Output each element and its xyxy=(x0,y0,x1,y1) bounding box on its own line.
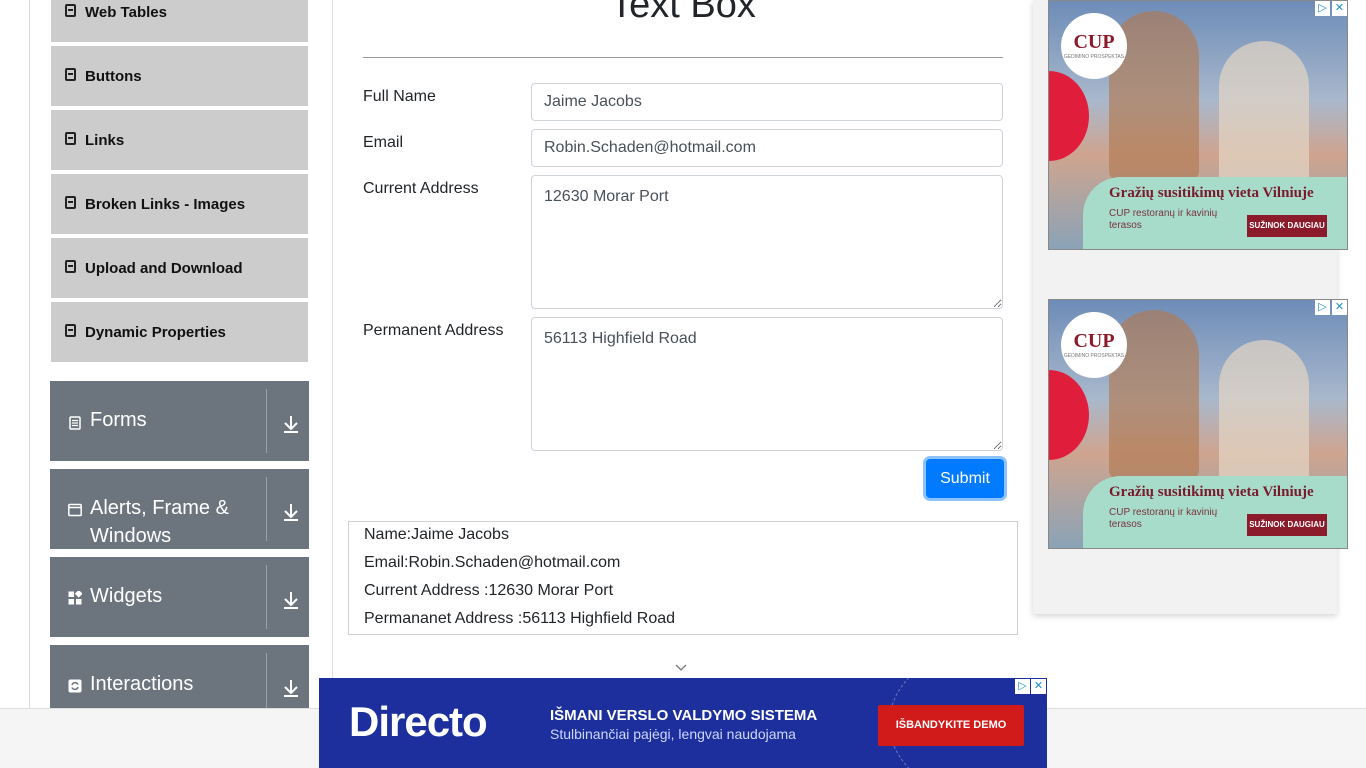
list-icon xyxy=(65,195,76,209)
list-icon xyxy=(65,131,76,145)
download-icon[interactable] xyxy=(282,678,300,698)
banner-headline: IŠMANI VERSLO VALDYMO SISTEMA xyxy=(550,707,818,724)
ad-subtext: CUP restoranų ir kavinių terasos xyxy=(1109,208,1218,231)
ad-close-icon[interactable]: ✕ xyxy=(1332,1,1347,16)
banner-logo: Directo xyxy=(349,698,488,745)
list-icon xyxy=(65,67,76,81)
download-icon[interactable] xyxy=(282,590,300,610)
list-icon xyxy=(65,259,76,273)
ad-subtext: CUP restoranų ir kavinių terasos xyxy=(1109,507,1218,530)
sidebar-item-broken-links[interactable]: Broken Links - Images xyxy=(51,174,308,236)
output-current-address: Current Address :12630 Morar Port xyxy=(364,582,614,599)
full-name-input[interactable] xyxy=(531,83,1003,121)
ad-logo: CUP GEDIMINO PROSPEKTAS xyxy=(1061,13,1127,79)
current-address-label: Current Address xyxy=(363,180,479,197)
ad-cta-button[interactable]: SUŽINOK DAUGIAU xyxy=(1247,514,1327,536)
ad-decoration xyxy=(1049,71,1089,161)
banner-subtext: Stulbinančiai pajėgi, lengvai naudojama xyxy=(550,726,796,742)
group-separator xyxy=(266,477,267,541)
ad-headline: Gražių susitikimų vieta Vilniuje xyxy=(1109,484,1314,500)
list-icon xyxy=(65,323,76,337)
sidebar-group-alerts[interactable]: Alerts, Frame & Windows xyxy=(50,469,309,549)
ad-close-icon[interactable]: ✕ xyxy=(1332,300,1347,315)
output-name: Name:Jaime Jacobs xyxy=(364,526,509,543)
permanent-address-textarea[interactable]: 56113 Highfield Road xyxy=(531,317,1003,451)
sidebar-item-upload-download[interactable]: Upload and Download xyxy=(51,238,308,300)
sidebar-divider xyxy=(332,0,333,708)
adchoices-icon[interactable]: ▷ xyxy=(1015,679,1030,694)
sidebar-item-label: Upload and Download xyxy=(85,259,243,277)
sidebar-item-label: Links xyxy=(85,131,125,149)
group-label: Widgets xyxy=(90,585,163,607)
ad-cta-button[interactable]: SUŽINOK DAUGIAU xyxy=(1247,215,1327,237)
ad-logo: CUP GEDIMINO PROSPEKTAS xyxy=(1061,312,1127,378)
sidebar-group-interactions[interactable]: Interactions xyxy=(50,645,309,708)
side-ad-1[interactable]: CUP GEDIMINO PROSPEKTAS Gražių susitikim… xyxy=(1048,0,1348,250)
ad-photo-person xyxy=(1219,340,1309,490)
sidebar-group-widgets[interactable]: Widgets xyxy=(50,557,309,637)
output-email: Email:Robin.Schaden@hotmail.com xyxy=(364,554,621,571)
ad-headline: Gražių susitikimų vieta Vilniuje xyxy=(1109,185,1314,201)
left-column-border xyxy=(29,0,30,708)
group-label: Alerts, Frame & Windows xyxy=(90,497,229,547)
ad-photo-person xyxy=(1219,41,1309,191)
ad-decoration xyxy=(1049,370,1089,460)
sidebar-item-label: Web Tables xyxy=(85,3,167,21)
email-input[interactable] xyxy=(531,129,1003,167)
sidebar-item-links[interactable]: Links xyxy=(51,110,308,172)
document-icon xyxy=(69,416,81,430)
chevron-down-icon[interactable] xyxy=(675,664,687,672)
email-label: Email xyxy=(363,134,404,151)
banner-cta-button[interactable]: IŠBANDYKITE DEMO xyxy=(878,705,1024,746)
permanent-address-label: Permanent Address xyxy=(363,322,504,339)
window-icon xyxy=(68,503,82,517)
title-divider xyxy=(363,57,1003,58)
sidebar-item-dynamic-properties[interactable]: Dynamic Properties xyxy=(51,302,308,364)
refresh-icon xyxy=(68,679,82,693)
submit-button[interactable]: Submit xyxy=(926,459,1004,498)
group-separator xyxy=(266,565,267,629)
adchoices-icon[interactable]: ▷ xyxy=(1315,1,1330,16)
group-separator xyxy=(266,389,267,453)
ad-close-icon[interactable]: ✕ xyxy=(1031,679,1046,694)
list-icon xyxy=(65,3,76,17)
full-name-label: Full Name xyxy=(363,88,436,105)
group-label: Interactions xyxy=(90,673,194,695)
output-panel: Name:Jaime Jacobs Email:Robin.Schaden@ho… xyxy=(348,521,1018,635)
sidebar-group-forms[interactable]: Forms xyxy=(50,381,309,461)
sidebar-item-buttons[interactable]: Buttons xyxy=(51,46,308,108)
side-ad-2[interactable]: CUP GEDIMINO PROSPEKTAS Gražių susitikim… xyxy=(1048,299,1348,549)
output-permanent-address: Permananet Address :56113 Highfield Road xyxy=(364,610,676,627)
group-label: Forms xyxy=(90,409,147,431)
sidebar-item-label: Dynamic Properties xyxy=(85,323,226,341)
bottom-banner-ad[interactable]: Directo IŠMANI VERSLO VALDYMO SISTEMA St… xyxy=(319,678,1047,768)
current-address-textarea[interactable]: 12630 Morar Port xyxy=(531,175,1003,309)
sidebar-item-label: Buttons xyxy=(85,67,142,85)
sidebar-item-web-tables[interactable]: Web Tables xyxy=(51,0,308,44)
download-icon[interactable] xyxy=(282,502,300,522)
page-title: Text Box xyxy=(610,0,756,26)
sidebar-item-label: Broken Links - Images xyxy=(85,195,246,213)
download-icon[interactable] xyxy=(282,414,300,434)
adchoices-icon[interactable]: ▷ xyxy=(1315,300,1330,315)
group-separator xyxy=(266,653,267,708)
widgets-icon xyxy=(68,591,82,605)
